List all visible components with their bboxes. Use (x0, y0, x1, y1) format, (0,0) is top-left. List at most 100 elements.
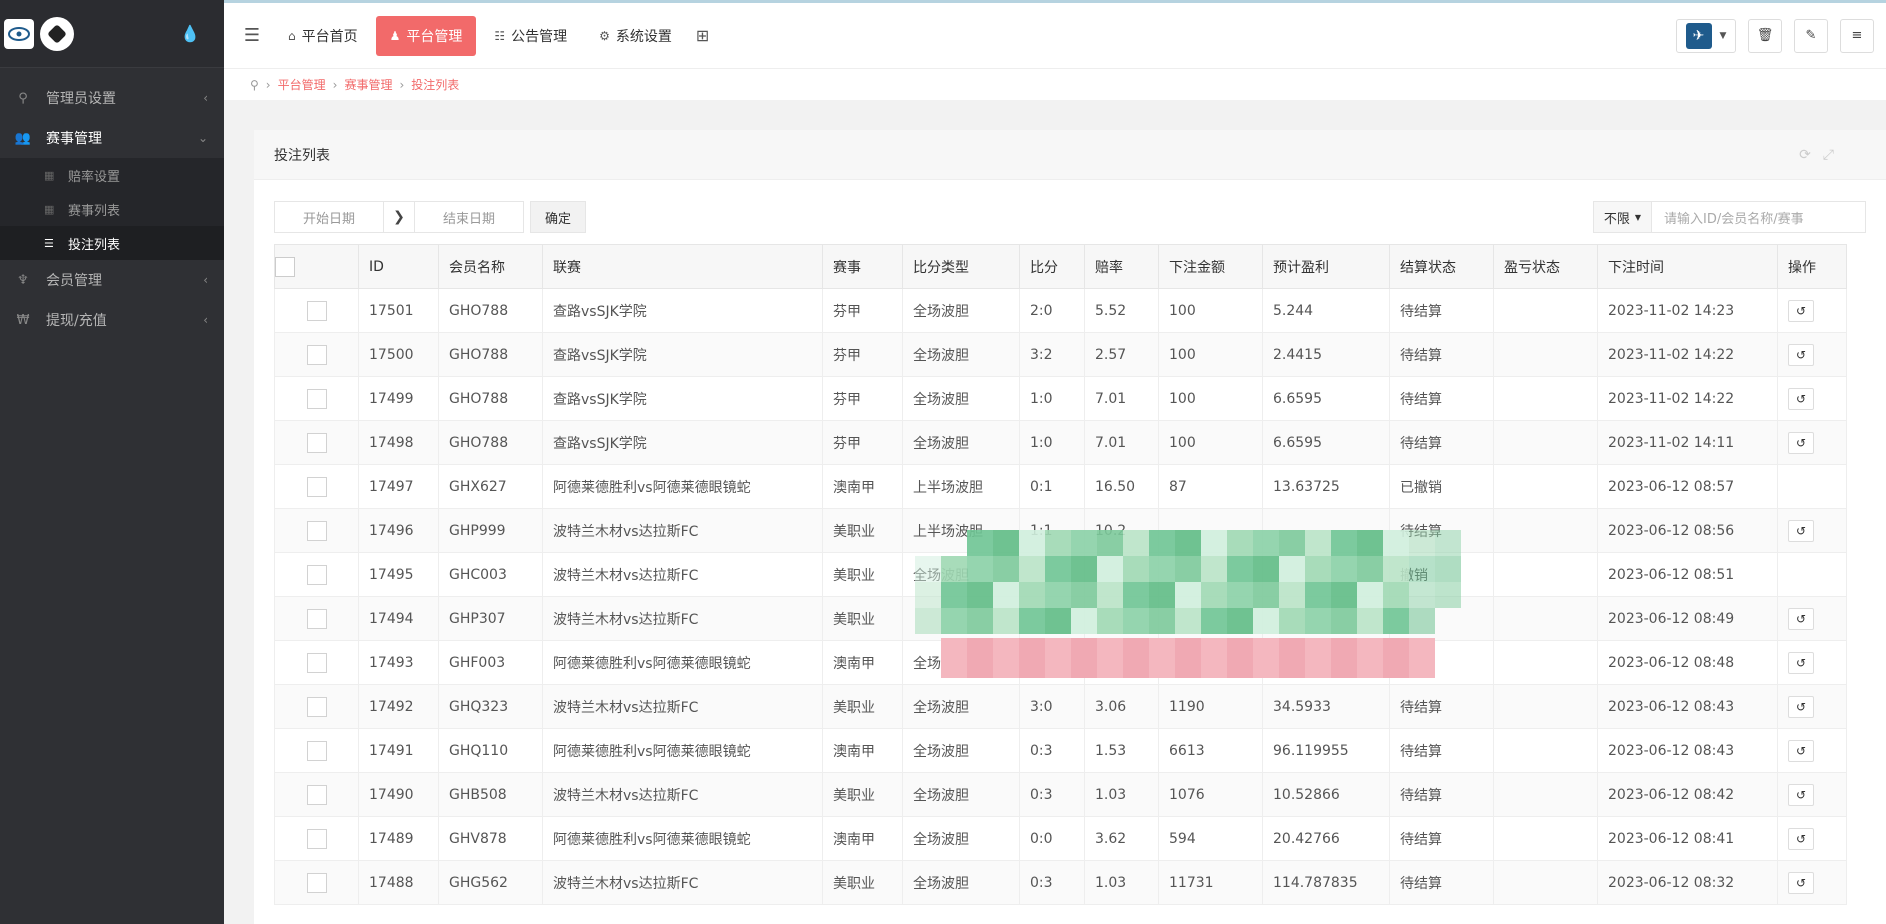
undo-button[interactable]: ↺ (1788, 871, 1814, 894)
row-checkbox[interactable] (306, 388, 327, 409)
row-checkbox[interactable] (306, 564, 327, 585)
breadcrumb-item[interactable]: 平台管理 (278, 76, 326, 93)
undo-icon: ↺ (1795, 743, 1807, 758)
sidebar-item-label: 管理员设置 (46, 91, 116, 107)
sidebar-item[interactable]: ₩ 提现/充值 ‹ (0, 300, 224, 340)
soccer-ball-icon (40, 16, 74, 51)
table-cell: 10.52866 (1262, 772, 1390, 817)
trash-button[interactable]: 🗑 (1748, 18, 1782, 53)
row-checkbox[interactable] (306, 696, 327, 717)
sidebar-item[interactable]: ⚲ 管理员设置 ‹ (0, 78, 224, 118)
table-cell: 3.06 (1084, 684, 1159, 729)
action-cell: ↺ (1777, 508, 1847, 553)
table-cell: 芬甲 (822, 288, 903, 333)
theme-drop-icon[interactable]: 💧 (180, 24, 200, 43)
select-all-checkbox[interactable] (275, 256, 295, 277)
undo-button[interactable]: ↺ (1788, 827, 1814, 850)
row-checkbox[interactable] (306, 784, 327, 805)
table-cell: 2023-06-12 08:49 (1597, 596, 1778, 641)
bet-table: ID 会员名称 联赛 赛事 比分类型 比分 赔率 下注金额 预计盈利 结算状态 盈亏状态 下注时间 操作… (274, 244, 1847, 905)
table-cell: 6.6595 (1262, 420, 1390, 465)
top-tab[interactable]: ☷ 公告管理 (480, 16, 581, 56)
row-checkbox[interactable] (306, 608, 327, 629)
breadcrumb-item[interactable]: 投注列表 (411, 76, 459, 93)
search-input[interactable]: 请输入ID/会员名称/赛事 (1652, 201, 1866, 233)
undo-button[interactable]: ↺ (1788, 519, 1814, 542)
sidebar-submenu: ▦ 赔率设置 ▦ 赛事列表 ☰ 投注列表 (0, 158, 224, 260)
sidebar-subitem[interactable]: ☰ 投注列表 (0, 226, 224, 260)
table-cell: 6.6595 (1262, 376, 1390, 421)
end-date-input[interactable]: 结束日期 (414, 201, 524, 233)
lock-screen-button[interactable]: ✎ (1794, 18, 1828, 53)
table-cell: 0:1 (1019, 464, 1085, 509)
yen-icon: ₩ (16, 312, 30, 328)
table-row: 17495 GHC003 波特兰木材vs达拉斯FC 美职业 全场波胆 撤销 2023-06-… (274, 552, 1847, 597)
sidebar-item[interactable]: 👥 赛事管理 ⌄ (0, 118, 224, 158)
table-cell: 7.01 (1084, 376, 1159, 421)
users-icon: 👥 (14, 130, 32, 146)
table-cell: 波特兰木材vs达拉斯FC (542, 684, 823, 729)
table-cell: 全场波 (902, 640, 1020, 685)
table-cell: 澳南甲 (822, 728, 903, 773)
undo-button[interactable]: ↺ (1788, 431, 1814, 454)
table-cell: 2023-11-02 14:11 (1597, 420, 1778, 465)
row-checkbox[interactable] (306, 740, 327, 761)
action-cell: ↺ (1777, 860, 1847, 905)
top-tab-label: 平台管理 (406, 28, 463, 45)
undo-button[interactable]: ↺ (1788, 695, 1814, 718)
user-menu-button[interactable]: ✈ ▼ (1676, 18, 1736, 53)
breadcrumb-item[interactable]: 赛事管理 (344, 76, 392, 93)
filter-select[interactable]: 不限 ▼ (1592, 201, 1652, 233)
refresh-icon[interactable]: ⟳ (1799, 147, 1823, 163)
top-tab[interactable]: ⌂ 平台首页 (274, 16, 372, 56)
table-cell: 阿德莱德胜利vs阿德莱德眼镜蛇 (542, 464, 823, 509)
sidebar-item-label: 赛事管理 (46, 131, 102, 147)
logo: 💧 (0, 0, 224, 68)
row-select-cell (274, 464, 359, 509)
top-tab[interactable]: ♟ 平台管理 (375, 15, 477, 56)
chevron-left-icon: ‹ (203, 273, 208, 287)
apps-grid-icon[interactable]: ⊞ (696, 26, 709, 45)
row-checkbox[interactable] (306, 300, 327, 321)
undo-icon: ↺ (1795, 303, 1807, 318)
table-cell: 1190 (1158, 684, 1263, 729)
sidebar-item[interactable]: ♆ 会员管理 ‹ (0, 260, 224, 300)
row-checkbox[interactable] (306, 344, 327, 365)
more-menu-button[interactable]: ≡ (1840, 18, 1874, 53)
table-cell: 0:3 (1019, 772, 1085, 817)
sidebar-subitem[interactable]: ▦ 赔率设置 (0, 158, 224, 192)
sidebar-subitem[interactable]: ▦ 赛事列表 (0, 192, 224, 226)
table-cell: 17495 (358, 552, 439, 597)
row-select-cell (274, 508, 359, 553)
table-cell: 2:0 (1019, 288, 1085, 333)
row-checkbox[interactable] (306, 828, 327, 849)
undo-button[interactable]: ↺ (1788, 299, 1814, 322)
table-cell: 17489 (358, 816, 439, 861)
undo-button[interactable]: ↺ (1788, 607, 1814, 630)
row-checkbox[interactable] (306, 476, 327, 497)
row-select-cell (274, 596, 359, 641)
menu-toggle-icon[interactable]: ☰ (230, 25, 274, 46)
undo-button[interactable]: ↺ (1788, 783, 1814, 806)
row-select-cell (274, 728, 359, 773)
top-tab[interactable]: ⚙ 系统设置 (585, 16, 686, 56)
row-checkbox[interactable] (306, 872, 327, 893)
confirm-button[interactable]: 确定 (530, 201, 587, 233)
table-cell: 5.244 (1262, 288, 1390, 333)
undo-button[interactable]: ↺ (1788, 387, 1814, 410)
row-checkbox[interactable] (306, 652, 327, 673)
table-cell: 2023-11-02 14:22 (1597, 332, 1778, 377)
undo-button[interactable]: ↺ (1788, 739, 1814, 762)
undo-button[interactable]: ↺ (1788, 343, 1814, 366)
row-checkbox[interactable] (306, 520, 327, 541)
undo-button[interactable]: ↺ (1788, 651, 1814, 674)
table-cell (1493, 596, 1598, 641)
start-date-input[interactable]: 开始日期 (274, 201, 384, 233)
table-cell: 16.50 (1084, 464, 1159, 509)
action-cell: ↺ (1777, 288, 1847, 333)
sidebar-menu: ⚲ 管理员设置 ‹ 👥 赛事管理 ⌄ ▦ 赔率设置 ▦ 赛事列表 ☰ 投注列表 ♆ 会员管… (0, 78, 224, 340)
sidebar-subitem-label: 赔率设置 (68, 169, 121, 185)
row-checkbox[interactable] (306, 432, 327, 453)
table-cell: 全场波胆 (902, 376, 1020, 421)
fullscreen-icon[interactable]: ⤢ (1823, 147, 1846, 163)
